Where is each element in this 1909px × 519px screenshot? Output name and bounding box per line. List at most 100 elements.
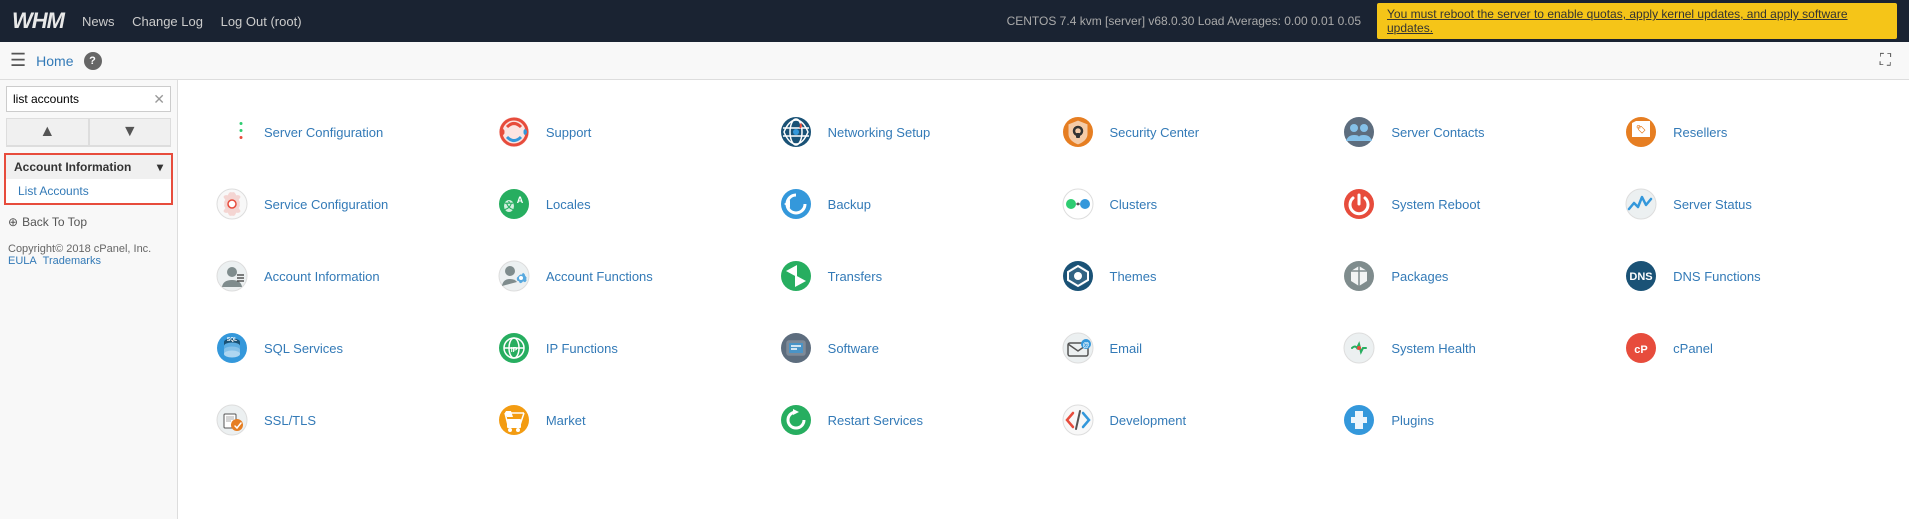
whm-logo: WHM — [12, 8, 64, 34]
grid-item-support[interactable]: Support — [480, 96, 762, 168]
ip-functions-label: IP Functions — [546, 341, 618, 356]
transfers-icon — [774, 254, 818, 298]
sidebar-section-account: Account Information ▾ List Accounts — [4, 153, 173, 205]
server-status-icon — [1619, 182, 1663, 226]
grid-item-server-contacts[interactable]: Server Contacts — [1325, 96, 1607, 168]
svg-text:🏷: 🏷 — [1636, 124, 1647, 134]
locales-label: Locales — [546, 197, 591, 212]
themes-label: Themes — [1110, 269, 1157, 284]
grid-item-packages[interactable]: Packages — [1325, 240, 1607, 312]
software-icon — [774, 326, 818, 370]
grid-item-backup[interactable]: Backup — [762, 168, 1044, 240]
grid-item-transfers[interactable]: Transfers — [762, 240, 1044, 312]
grid-item-restart[interactable]: Restart Services — [762, 384, 1044, 456]
sidebar-arrow-down[interactable]: ▼ — [89, 118, 172, 146]
grid-item-server-config[interactable]: Server Configuration — [198, 96, 480, 168]
restart-icon — [774, 398, 818, 442]
server-contacts-label: Server Contacts — [1391, 125, 1484, 140]
grid-item-software[interactable]: Software — [762, 312, 1044, 384]
locales-icon: 文A — [492, 182, 536, 226]
alert-banner[interactable]: You must reboot the server to enable quo… — [1377, 3, 1897, 39]
email-label: Email — [1110, 341, 1143, 356]
security-label: Security Center — [1110, 125, 1200, 140]
server-status-label: Server Status — [1673, 197, 1752, 212]
reboot-label: System Reboot — [1391, 197, 1480, 212]
grid-item-market[interactable]: Market — [480, 384, 762, 456]
menu-grid: Server Configuration Support Networking Se… — [198, 96, 1889, 456]
server-info: CENTOS 7.4 kvm [server] v68.0.30 Load Av… — [1007, 14, 1361, 28]
grid-item-account-info[interactable]: Account Information — [198, 240, 480, 312]
transfers-label: Transfers — [828, 269, 882, 284]
sidebar-section-toggle[interactable]: ▾ — [157, 160, 163, 174]
server-contacts-icon — [1337, 110, 1381, 154]
backup-label: Backup — [828, 197, 871, 212]
grid-item-security[interactable]: Security Center — [1044, 96, 1326, 168]
topbar-left: WHM News Change Log Log Out (root) — [12, 8, 316, 34]
support-label: Support — [546, 125, 592, 140]
help-icon[interactable]: ? — [84, 52, 102, 70]
nav-changelog[interactable]: Change Log — [132, 14, 203, 29]
service-config-icon — [210, 182, 254, 226]
sidebar-item-list-accounts[interactable]: List Accounts — [6, 179, 171, 203]
grid-item-locales[interactable]: 文A Locales — [480, 168, 762, 240]
topbar: WHM News Change Log Log Out (root) CENTO… — [0, 0, 1909, 42]
account-info-icon — [210, 254, 254, 298]
grid-item-sql[interactable]: SQL SQL Services — [198, 312, 480, 384]
grid-item-clusters[interactable]: Clusters — [1044, 168, 1326, 240]
grid-item-plugins[interactable]: Plugins — [1325, 384, 1607, 456]
account-info-label: Account Information — [264, 269, 380, 284]
eula-link[interactable]: EULA — [8, 255, 37, 267]
account-functions-icon — [492, 254, 536, 298]
search-input[interactable] — [7, 87, 148, 111]
server-config-label: Server Configuration — [264, 125, 383, 140]
market-icon — [492, 398, 536, 442]
grid-item-ssl[interactable]: SSL/TLS — [198, 384, 480, 456]
fullscreen-button[interactable]: ⛶ — [1872, 48, 1899, 74]
sidebar: ✕ ▲ ▼ Account Information ▾ List Account… — [0, 80, 178, 519]
topbar-right: CENTOS 7.4 kvm [server] v68.0.30 Load Av… — [1007, 3, 1897, 39]
dns-label: DNS Functions — [1673, 269, 1760, 284]
support-icon — [492, 110, 536, 154]
email-icon: @ — [1056, 326, 1100, 370]
sidebar-section-header[interactable]: Account Information ▾ — [6, 155, 171, 179]
grid-item-email[interactable]: @ Email — [1044, 312, 1326, 384]
sidebar-arrow-up[interactable]: ▲ — [6, 118, 89, 146]
grid-item-cpanel[interactable]: cP cPanel — [1607, 312, 1889, 384]
ssl-label: SSL/TLS — [264, 413, 316, 428]
grid-item-themes[interactable]: Themes — [1044, 240, 1326, 312]
hamburger-icon[interactable]: ☰ — [10, 50, 26, 71]
reboot-icon — [1337, 182, 1381, 226]
back-to-top-icon: ⊕ — [8, 215, 18, 229]
nav-logout[interactable]: Log Out (root) — [221, 14, 302, 29]
grid-item-account-functions[interactable]: Account Functions — [480, 240, 762, 312]
search-clear-icon[interactable]: ✕ — [148, 91, 170, 108]
trademarks-link[interactable]: Trademarks — [43, 255, 101, 267]
networking-icon — [774, 110, 818, 154]
grid-item-system-health[interactable]: System Health — [1325, 312, 1607, 384]
grid-item-reboot[interactable]: System Reboot — [1325, 168, 1607, 240]
grid-item-resellers[interactable]: 🏷Resellers — [1607, 96, 1889, 168]
main-content: Server Configuration Support Networking Se… — [178, 80, 1909, 519]
grid-item-ip-functions[interactable]: IPIP Functions — [480, 312, 762, 384]
topbar-nav: News Change Log Log Out (root) — [82, 14, 316, 29]
grid-item-server-status[interactable]: Server Status — [1607, 168, 1889, 240]
copyright: Copyright© 2018 cPanel, Inc. EULA Tradem… — [0, 237, 177, 273]
back-to-top[interactable]: ⊕ Back To Top — [0, 207, 177, 237]
grid-item-dns[interactable]: DNSDNS Functions — [1607, 240, 1889, 312]
service-config-label: Service Configuration — [264, 197, 388, 212]
cpanel-label: cPanel — [1673, 341, 1713, 356]
packages-icon — [1337, 254, 1381, 298]
grid-item-networking[interactable]: Networking Setup — [762, 96, 1044, 168]
resellers-icon: 🏷 — [1619, 110, 1663, 154]
restart-label: Restart Services — [828, 413, 923, 428]
svg-text:SQL: SQL — [227, 337, 237, 343]
packages-label: Packages — [1391, 269, 1448, 284]
grid-item-service-config[interactable]: Service Configuration — [198, 168, 480, 240]
sql-label: SQL Services — [264, 341, 343, 356]
breadcrumb-home[interactable]: Home — [36, 53, 73, 69]
grid-item-development[interactable]: Development — [1044, 384, 1326, 456]
plugins-label: Plugins — [1391, 413, 1434, 428]
svg-text:cP: cP — [1634, 344, 1647, 356]
nav-news[interactable]: News — [82, 14, 115, 29]
svg-text:A: A — [517, 195, 524, 205]
